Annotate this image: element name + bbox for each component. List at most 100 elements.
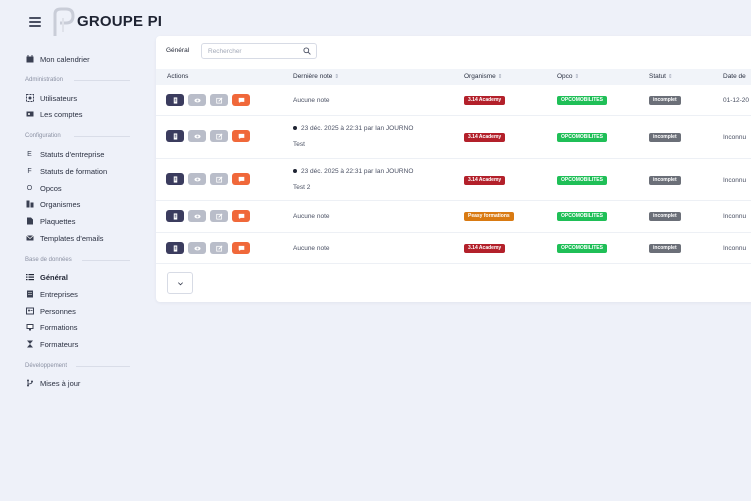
table-row: Aucune note 3.14 Academy OPCOMOBILITES i… — [156, 233, 751, 264]
sidebar-item-company-status[interactable]: E Statuts d'entreprise — [25, 147, 104, 161]
opco-badge: OPCOMOBILITES — [557, 212, 607, 221]
view-button[interactable] — [188, 94, 206, 106]
eye-icon — [193, 246, 201, 250]
mail-icon — [25, 234, 34, 243]
sidebar-item-training-status[interactable]: F Statuts de formation — [25, 164, 107, 178]
view-button[interactable] — [188, 242, 206, 254]
edit-icon — [215, 245, 222, 252]
note-dot-icon — [293, 169, 297, 174]
comment-icon — [238, 133, 244, 139]
section-divider — [74, 136, 130, 137]
date-cell: Inconnu — [723, 213, 747, 220]
sidebar-item-email-templates[interactable]: Templates d'emails — [25, 231, 104, 245]
col-organisme[interactable]: Organisme ⇕ — [464, 73, 502, 80]
sidebar-item-brochures[interactable]: Plaquettes — [25, 214, 75, 228]
company-button[interactable] — [166, 130, 184, 142]
status-badge: incomplet — [649, 176, 681, 185]
hourglass-icon — [25, 340, 34, 349]
date-cell: Inconnu — [723, 177, 747, 184]
building-icon — [25, 290, 34, 299]
list-icon — [25, 273, 34, 282]
company-button[interactable] — [166, 242, 184, 254]
sidebar-item-organisms[interactable]: Organismes — [25, 197, 80, 211]
edit-icon — [215, 133, 222, 140]
last-note: Aucune note — [293, 97, 330, 104]
sidebar-item-companies[interactable]: Entreprises — [25, 287, 78, 301]
comment-icon — [238, 97, 244, 103]
view-button[interactable] — [188, 173, 206, 185]
col-statut[interactable]: Statut ⇕ — [649, 73, 673, 80]
eye-icon — [193, 214, 201, 218]
status-badge: incomplet — [649, 212, 681, 221]
sidebar-item-updates[interactable]: Mises à jour — [25, 376, 80, 390]
sidebar-item-accounts[interactable]: Les comptes — [25, 107, 83, 121]
organisme-badge: 3.14 Academy — [464, 96, 506, 105]
note-button[interactable] — [232, 130, 250, 142]
tab-general[interactable]: Général — [166, 47, 189, 54]
last-note: 23 déc. 2025 à 22:31 par Ian JOURNO — [293, 168, 413, 175]
building-icon — [173, 244, 177, 252]
building-icon — [173, 96, 177, 104]
note-button[interactable] — [232, 173, 250, 185]
col-date[interactable]: Date de — [723, 73, 746, 80]
view-button[interactable] — [188, 210, 206, 222]
note-button[interactable] — [232, 210, 250, 222]
table-row: Aucune note 3.14 Academy OPCOMOBILITES i… — [156, 85, 751, 116]
section-divider — [76, 366, 130, 367]
eye-icon — [193, 177, 201, 181]
edit-button[interactable] — [210, 94, 228, 106]
date-cell: Inconnu — [723, 134, 747, 141]
section-title-dev: Développement — [25, 363, 68, 369]
date-cell: 01-12-20 — [723, 97, 750, 104]
sidebar-item-users[interactable]: Utilisateurs — [25, 91, 77, 105]
col-actions: Actions — [167, 73, 189, 80]
table-row: 23 déc. 2025 à 22:31 par Ian JOURNO Test… — [156, 116, 751, 159]
organisme-badge: 3.14 Academy — [464, 176, 506, 185]
menu-icon[interactable] — [29, 17, 41, 27]
last-note-text: Test 2 — [293, 184, 311, 191]
note-button[interactable] — [232, 94, 250, 106]
opco-badge: OPCOMOBILITES — [557, 96, 607, 105]
chevron-down-icon — [177, 281, 183, 285]
comment-icon — [238, 245, 244, 251]
company-button[interactable] — [166, 210, 184, 222]
sidebar-item-trainings[interactable]: Formations — [25, 320, 78, 334]
col-opco[interactable]: Opco ⇕ — [557, 73, 579, 80]
search-icon[interactable] — [303, 47, 311, 55]
edit-button[interactable] — [210, 210, 228, 222]
table-header: Actions Dernière note ⇕ Organisme ⇕ Opco ⇕ … — [156, 69, 751, 85]
note-button[interactable] — [232, 242, 250, 254]
file-icon — [25, 217, 34, 226]
sidebar-item-opcos[interactable]: O Opcos — [25, 181, 62, 195]
company-button[interactable] — [166, 94, 184, 106]
status-f-icon: F — [27, 167, 32, 175]
edit-button[interactable] — [210, 173, 228, 185]
edit-icon — [215, 213, 222, 220]
edit-button[interactable] — [210, 130, 228, 142]
view-button[interactable] — [188, 130, 206, 142]
col-last-note[interactable]: Dernière note ⇕ — [293, 73, 339, 80]
opco-badge: OPCOMOBILITES — [557, 133, 607, 142]
status-e-icon: E — [27, 150, 32, 158]
last-note: Aucune note — [293, 245, 330, 252]
edit-button[interactable] — [210, 242, 228, 254]
sidebar-item-trainers[interactable]: Formateurs — [25, 337, 78, 351]
last-note: Aucune note — [293, 213, 330, 220]
organisme-badge: 3.14 Academy — [464, 133, 506, 142]
branch-icon — [25, 379, 34, 388]
search-input[interactable] — [208, 47, 298, 56]
sort-icon: ⇕ — [497, 74, 503, 80]
building-icon — [173, 132, 177, 140]
sort-icon: ⇕ — [574, 74, 580, 80]
sidebar-item-people[interactable]: Personnes — [25, 304, 76, 318]
row-actions — [166, 130, 250, 142]
sidebar-item-general[interactable]: Général — [25, 270, 68, 284]
page-size-dropdown[interactable] — [167, 272, 193, 294]
note-dot-icon — [293, 126, 297, 131]
edit-icon — [215, 176, 222, 183]
users-icon — [25, 94, 34, 103]
company-button[interactable] — [166, 173, 184, 185]
organisme-badge: 3.14 Academy — [464, 244, 506, 253]
opco-badge: OPCOMOBILITES — [557, 176, 607, 185]
sidebar-item-calendar[interactable]: Mon calendrier — [25, 52, 90, 66]
